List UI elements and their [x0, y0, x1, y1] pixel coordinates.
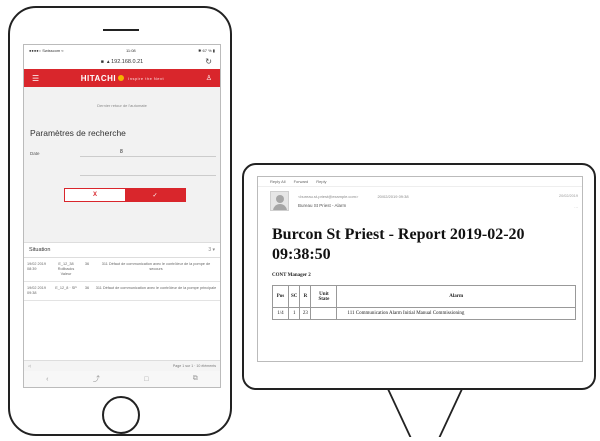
brand-tagline: Inspire the Next — [128, 75, 165, 81]
alarm-list: 19/02 2019 08:39 E_12_38 Rollbacks Valeu… — [24, 258, 220, 301]
home-button[interactable] — [102, 396, 140, 434]
situation-count: 3 ▾ — [208, 247, 215, 253]
cancel-button[interactable]: X — [65, 189, 125, 201]
alarm-description: 311 Défaut de communication avec le cont… — [95, 286, 217, 290]
hamburger-menu-icon[interactable]: ☰ — [32, 74, 39, 83]
table-header: Alarm — [336, 285, 576, 308]
share-icon[interactable]: ⤴ — [93, 374, 100, 384]
carrier-label: ●●●●○ Swisscom ≈ — [29, 47, 64, 53]
status-bar: ●●●●○ Swisscom ≈ 11:08 ✱ 67 % ▮ — [24, 45, 220, 55]
last-update-caption: Dernier retour de l'automate — [97, 103, 147, 108]
phone-screen: ●●●●○ Swisscom ≈ 11:08 ✱ 67 % ▮ ■ ▴ 192.… — [23, 44, 221, 388]
tabs-icon[interactable]: ⧉ — [193, 375, 198, 383]
alarm-code: E_12_8 · SP — [55, 286, 77, 290]
bookmarks-icon[interactable]: □ — [144, 376, 148, 383]
alarm-description: 311 Défaut de communication avec le cont… — [101, 262, 211, 271]
alarm-number: 36 — [84, 262, 90, 266]
avatar — [270, 191, 289, 211]
url-host: ▴ 192.168.0.21 — [106, 59, 144, 65]
table-header: Pos — [272, 285, 289, 308]
search-buttons: X ✓ — [64, 188, 186, 202]
mail-right-meta: 20/02/2019 — [558, 194, 578, 198]
mail-toolbar: Reply All Forward Reply — [258, 177, 582, 187]
second-field-input[interactable] — [80, 167, 216, 176]
battery-label: ✱ 67 % ▮ — [198, 47, 215, 53]
reload-icon[interactable]: ↻ — [205, 57, 212, 66]
search-panel: Dernier retour de l'automate Paramètres … — [24, 87, 220, 242]
report-subtitle: CONT Manager 2 — [272, 273, 311, 278]
forward-button[interactable]: Forward — [294, 179, 309, 184]
list-item[interactable]: 19/02 2019 08:39 E_12_38 Rollbacks Valeu… — [24, 258, 220, 282]
browser-toolbar: ‹ ⤴ □ ⧉ — [24, 371, 220, 387]
confirm-button[interactable]: ✓ — [125, 189, 185, 201]
phone-device: ●●●●○ Swisscom ≈ 11:08 ✱ 67 % ▮ ■ ▴ 192.… — [8, 6, 232, 436]
mail-date: 20/02/2019 09:38 — [377, 194, 409, 199]
alarm-code: E_12_38 Rollbacks Valeur — [57, 262, 75, 276]
monitor-stand-left — [387, 389, 412, 437]
alarm-date: 19/02 2019 09:38 — [27, 286, 47, 295]
reply-button[interactable]: Reply — [316, 179, 326, 184]
reply-all-button[interactable]: Reply All — [270, 179, 286, 184]
alarm-number: 36 — [84, 286, 90, 290]
mail-from: <bureau.st-priest@example.com> 20/02/201… — [298, 194, 409, 199]
brand-logo: HITACHI Inspire the Next — [81, 74, 164, 83]
monitor-device: Reply All Forward Reply <bureau.st-pries… — [242, 163, 596, 390]
table-cell: 1 — [287, 307, 301, 320]
pagination-bar: ◁ Page 1 sur 1 · 10 éléments — [24, 360, 220, 371]
date-field-label: Date — [30, 150, 40, 156]
table-cell: 111 Communication Alarm Initial Manual C… — [336, 307, 576, 320]
lock-icon: ■ — [100, 59, 104, 65]
time-label: 11:08 — [125, 47, 136, 53]
list-item[interactable]: 19/02 2019 09:38 E_12_8 · SP 36 311 Défa… — [24, 282, 220, 301]
table-row: 1/4 1 23 111 Communication Alarm Initial… — [272, 307, 576, 320]
mail-subject: Bureau St Priest - Alarm — [298, 203, 347, 208]
pagination-label: Page 1 sur 1 · 10 éléments — [172, 364, 216, 368]
table-cell — [310, 307, 338, 320]
report-title: Burcon St Priest - Report 2019-02-20 09:… — [272, 226, 525, 263]
monitor-stand-right — [438, 389, 463, 437]
alarm-date: 19/02 2019 08:39 — [27, 262, 47, 271]
report-table: Pos SC R Unit State Alarm 1/4 1 23 111 C… — [272, 285, 576, 320]
app-header: ☰ HITACHI Inspire the Next ♙ — [24, 69, 220, 87]
date-field-row: Date 8 — [30, 149, 216, 157]
table-header: Unit State — [310, 285, 338, 308]
url-bar[interactable]: ■ ▴ 192.168.0.21 ↻ — [24, 55, 220, 69]
phone-speaker — [103, 29, 139, 31]
brand-dot-icon — [118, 75, 125, 81]
situation-title: Situation — [29, 247, 51, 253]
table-header: SC — [287, 285, 301, 308]
table-cell: 1/4 — [272, 307, 289, 320]
table-header-row: Pos SC R Unit State Alarm — [272, 285, 576, 308]
mail-header: <bureau.st-priest@example.com> 20/02/201… — [258, 187, 582, 217]
table-header: R — [299, 285, 312, 308]
sender-address: <bureau.st-priest@example.com> — [298, 194, 359, 199]
brand-name: HITACHI — [80, 73, 117, 83]
user-icon[interactable]: ♙ — [206, 74, 212, 82]
situation-header[interactable]: Situation 3 ▾ — [24, 242, 220, 258]
prev-page-icon[interactable]: ◁ — [28, 364, 31, 368]
back-icon[interactable]: ‹ — [46, 376, 48, 383]
params-title: Paramètres de recherche — [30, 128, 126, 138]
mail-right-meta-2: ··· — [574, 206, 578, 210]
monitor-screen: Reply All Forward Reply <bureau.st-pries… — [257, 176, 583, 362]
date-field-input[interactable]: 8 — [80, 149, 216, 157]
table-cell: 23 — [299, 307, 312, 320]
